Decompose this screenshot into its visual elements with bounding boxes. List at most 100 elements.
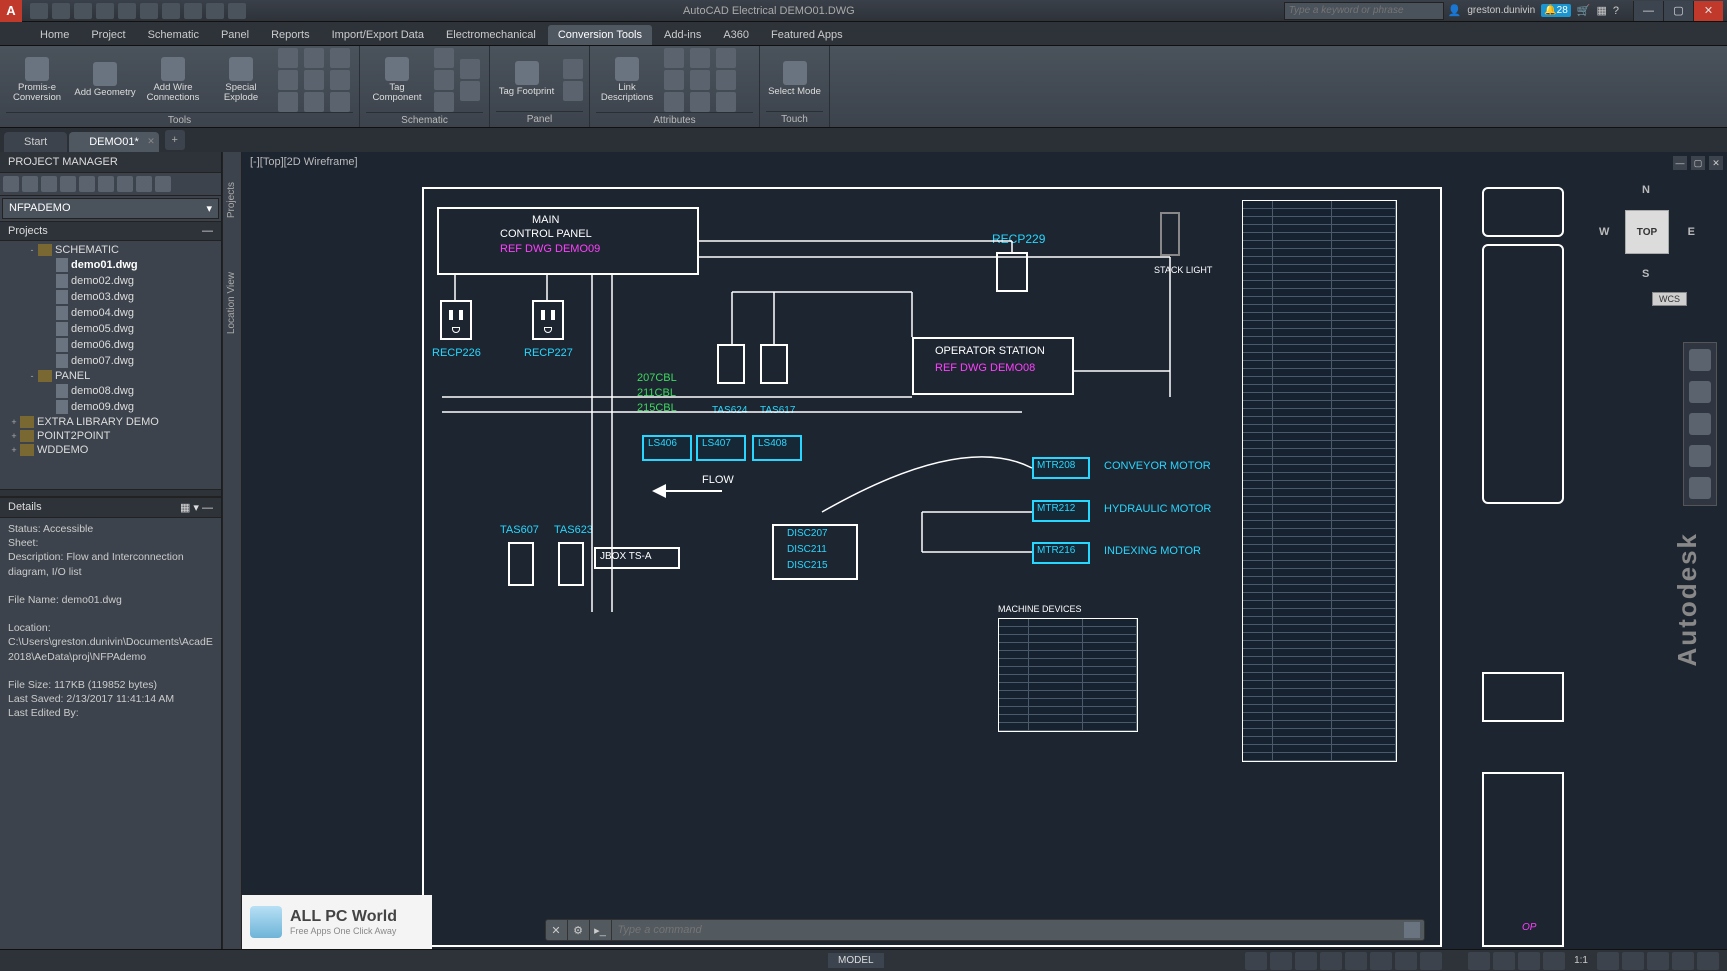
status-transp-icon[interactable] xyxy=(1420,952,1442,970)
nav-orbit-icon[interactable] xyxy=(1689,445,1711,467)
viewcube-face-top[interactable]: TOP xyxy=(1625,210,1669,254)
viewcube[interactable]: TOP N S W E xyxy=(1597,182,1697,282)
tag-component-button[interactable]: Tag Component xyxy=(366,51,428,109)
qat-plot-icon[interactable] xyxy=(118,3,136,19)
add-geometry-button[interactable]: Add Geometry xyxy=(74,51,136,109)
status-iso-icon[interactable] xyxy=(1622,952,1644,970)
app-menu-button[interactable]: A xyxy=(0,0,22,22)
model-space-button[interactable]: MODEL xyxy=(828,953,884,968)
link-descriptions-button[interactable]: Link Descriptions xyxy=(596,51,658,109)
tab-projects-vertical[interactable]: Projects xyxy=(226,182,237,218)
qat-proj-icon[interactable] xyxy=(228,3,246,19)
drawing-canvas[interactable]: [-][Top][2D Wireframe] — ▢ ✕ MAIN CONTRO… xyxy=(242,152,1727,949)
pnl-sm-2[interactable] xyxy=(563,81,583,101)
tab-panel[interactable]: Panel xyxy=(211,25,259,45)
tree-file[interactable]: demo08.dwg xyxy=(0,383,221,399)
viewcube-w[interactable]: W xyxy=(1599,226,1609,238)
sch-sm-2[interactable] xyxy=(434,70,454,90)
tab-a360[interactable]: A360 xyxy=(713,25,759,45)
status-snap-icon[interactable] xyxy=(1270,952,1292,970)
tab-electromech[interactable]: Electromechanical xyxy=(436,25,546,45)
pnl-sm-1[interactable] xyxy=(563,59,583,79)
command-input[interactable] xyxy=(612,924,1404,936)
tree-folder[interactable]: +EXTRA LIBRARY DEMO xyxy=(0,415,221,429)
tab-conversion-tools[interactable]: Conversion Tools xyxy=(548,25,652,45)
nav-pan-icon[interactable] xyxy=(1689,381,1711,403)
wcs-button[interactable]: WCS xyxy=(1652,292,1687,306)
status-grid-icon[interactable] xyxy=(1245,952,1267,970)
nav-showme-icon[interactable] xyxy=(1689,477,1711,499)
pm-details-tools[interactable]: ▦ ▾ — xyxy=(180,501,213,514)
tab-project[interactable]: Project xyxy=(81,25,135,45)
pm-tool-help-icon[interactable] xyxy=(155,176,171,192)
status-qprop-icon[interactable] xyxy=(1493,952,1515,970)
sch-sm-1[interactable] xyxy=(434,48,454,68)
att-sm-3[interactable] xyxy=(664,92,684,112)
att-sm-4[interactable] xyxy=(690,48,710,68)
cart-icon[interactable]: 🛒 xyxy=(1577,4,1591,17)
sch-sm-5[interactable] xyxy=(460,81,480,101)
status-custom-icon[interactable] xyxy=(1697,952,1719,970)
sch-sm-3[interactable] xyxy=(434,92,454,112)
tree-file[interactable]: demo02.dwg xyxy=(0,273,221,289)
pm-tool-settings-icon[interactable] xyxy=(136,176,152,192)
tool-sm-8[interactable] xyxy=(330,70,350,90)
help-icon[interactable]: ? xyxy=(1613,5,1619,17)
tree-file[interactable]: demo01.dwg xyxy=(0,257,221,273)
qat-redo-icon[interactable] xyxy=(162,3,180,19)
promise-conversion-button[interactable]: Promis-e Conversion xyxy=(6,51,68,109)
nav-wheel-icon[interactable] xyxy=(1689,349,1711,371)
cmd-close-icon[interactable]: ✕ xyxy=(546,920,568,940)
pm-projects-section[interactable]: Projects— xyxy=(0,221,221,241)
pm-tool-refresh-icon[interactable] xyxy=(41,176,57,192)
tool-sm-2[interactable] xyxy=(278,70,298,90)
att-sm-1[interactable] xyxy=(664,48,684,68)
minimize-button[interactable]: — xyxy=(1633,1,1663,21)
tree-file[interactable]: demo03.dwg xyxy=(0,289,221,305)
tool-sm-4[interactable] xyxy=(304,48,324,68)
status-gear-icon[interactable] xyxy=(1597,952,1619,970)
tool-sm-1[interactable] xyxy=(278,48,298,68)
att-sm-9[interactable] xyxy=(716,92,736,112)
user-name[interactable]: greston.dunivin xyxy=(1467,5,1535,16)
notification-badge[interactable]: 🔔28 xyxy=(1541,4,1571,17)
pm-project-dropdown[interactable]: NFPADEMO ▾ xyxy=(2,198,219,219)
status-ann-icon[interactable] xyxy=(1543,952,1565,970)
tree-folder[interactable]: -PANEL xyxy=(0,369,221,383)
tree-file[interactable]: demo04.dwg xyxy=(0,305,221,321)
pm-tool-new-icon[interactable] xyxy=(3,176,19,192)
tab-location-view-vertical[interactable]: Location View xyxy=(226,272,237,334)
tree-file[interactable]: demo09.dwg xyxy=(0,399,221,415)
status-scale[interactable]: 1:1 xyxy=(1568,955,1594,966)
qat-save-icon[interactable] xyxy=(74,3,92,19)
sch-sm-4[interactable] xyxy=(460,59,480,79)
att-sm-6[interactable] xyxy=(690,92,710,112)
tab-import-export[interactable]: Import/Export Data xyxy=(322,25,434,45)
viewcube-e[interactable]: E xyxy=(1688,226,1695,238)
close-button[interactable]: ✕ xyxy=(1693,1,1723,21)
tool-sm-5[interactable] xyxy=(304,70,324,90)
status-hw-icon[interactable] xyxy=(1647,952,1669,970)
pm-tool-next-icon[interactable] xyxy=(79,176,95,192)
pm-tool-save-icon[interactable] xyxy=(98,176,114,192)
att-sm-7[interactable] xyxy=(716,48,736,68)
file-tab-start[interactable]: Start xyxy=(4,132,67,152)
tree-folder[interactable]: -SCHEMATIC xyxy=(0,243,221,257)
qat-saveas-icon[interactable] xyxy=(96,3,114,19)
special-explode-button[interactable]: Special Explode xyxy=(210,51,272,109)
app-store-icon[interactable]: ▦ xyxy=(1596,4,1606,17)
status-lwt-icon[interactable] xyxy=(1395,952,1417,970)
status-clean-icon[interactable] xyxy=(1672,952,1694,970)
att-sm-2[interactable] xyxy=(664,70,684,90)
tree-folder[interactable]: +POINT2POINT xyxy=(0,429,221,443)
qat-new-icon[interactable] xyxy=(30,3,48,19)
tree-folder[interactable]: +WDDEMO xyxy=(0,443,221,457)
help-search-input[interactable] xyxy=(1284,2,1444,20)
tree-file[interactable]: demo06.dwg xyxy=(0,337,221,353)
pm-tool-open-icon[interactable] xyxy=(22,176,38,192)
viewcube-s[interactable]: S xyxy=(1642,268,1649,280)
tree-file[interactable]: demo07.dwg xyxy=(0,353,221,369)
qat-open-icon[interactable] xyxy=(52,3,70,19)
qat-prev-icon[interactable] xyxy=(184,3,202,19)
pm-tool-prev-icon[interactable] xyxy=(60,176,76,192)
